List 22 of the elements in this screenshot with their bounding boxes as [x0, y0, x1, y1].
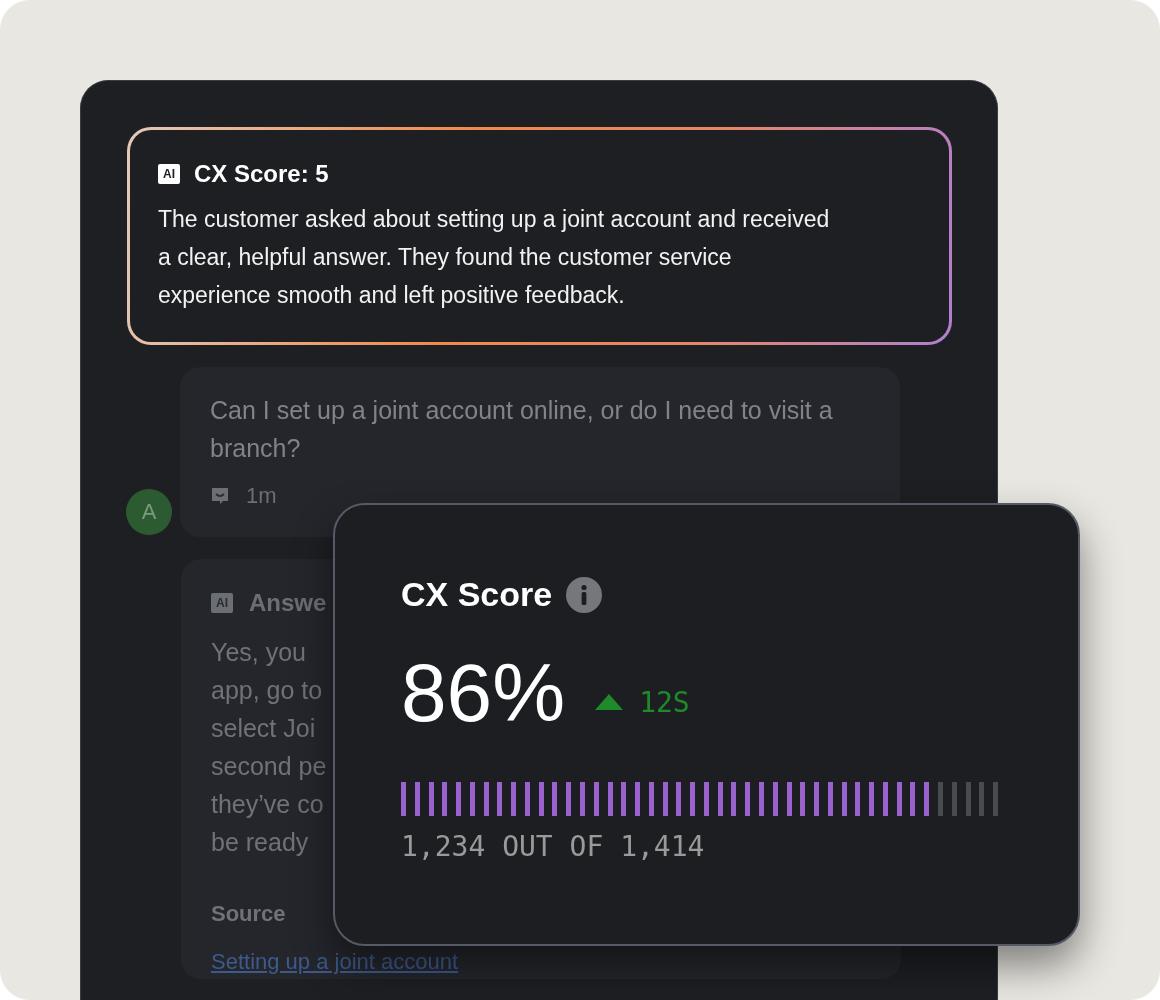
message-time: 1m: [246, 483, 277, 509]
answer-text: app, go to: [211, 675, 323, 706]
chat-icon: [210, 486, 230, 506]
answer-text: select Joi: [211, 713, 316, 744]
score-count: 1,234 OUT OF 1,414: [401, 830, 706, 863]
source-label: Source: [211, 901, 287, 927]
answer-text: be ready: [211, 827, 309, 858]
answer-text: they’ve co: [211, 789, 324, 820]
answer-text: second pe: [211, 751, 327, 782]
avatar: A: [126, 489, 172, 535]
card-title: CX Score: [401, 575, 553, 614]
ai-badge: AI: [211, 593, 233, 613]
summary-text: The customer asked about setting up a joint account and received a clear, helpful answer. They found the customer service experience smooth and left positive feedback.: [158, 205, 831, 310]
card-title: CX Score: 5: [194, 160, 329, 188]
message-text: Can I set up a joint account online, or do I need to visit a branch?: [210, 395, 834, 464]
source-link[interactable]: Setting up a joint account: [211, 949, 459, 975]
score-change: 12S: [639, 685, 690, 719]
answer-text: Yes, you: [211, 637, 306, 668]
ai-badge: AI: [158, 164, 180, 184]
info-icon[interactable]: [566, 576, 603, 613]
score-value: 86%: [401, 648, 566, 738]
answer-title: Answe: [249, 589, 327, 617]
